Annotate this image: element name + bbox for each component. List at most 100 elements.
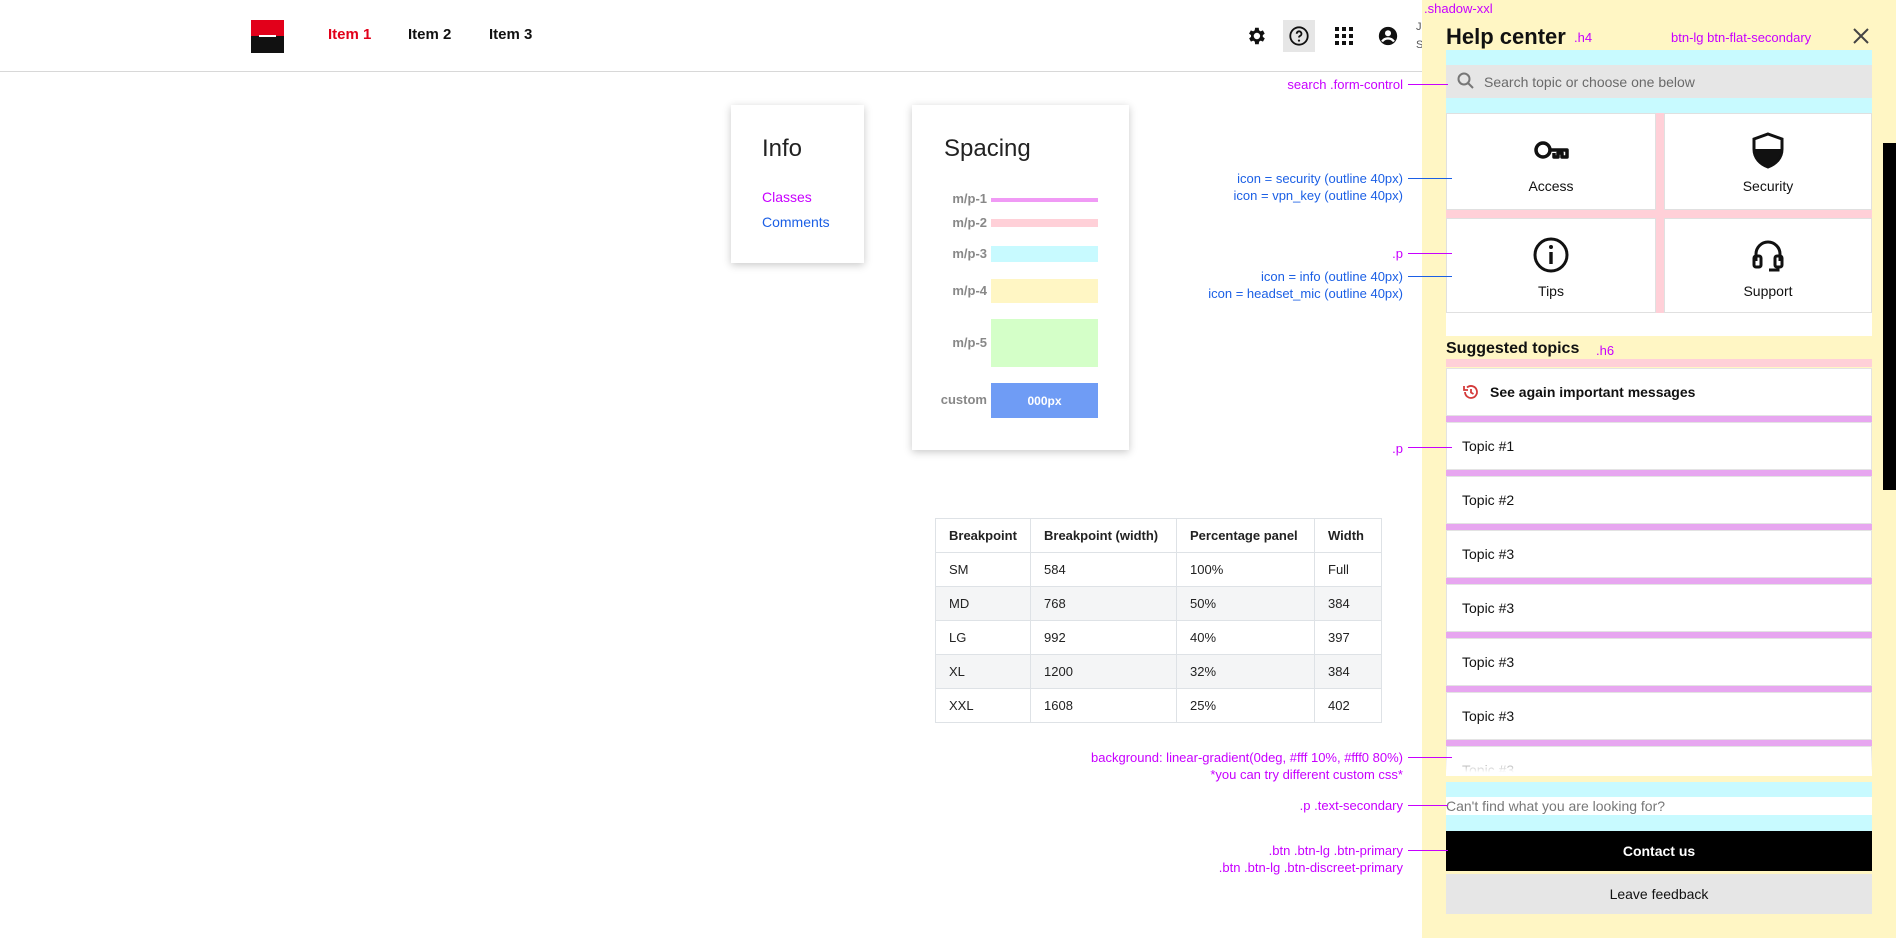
table-cell: 397	[1314, 620, 1382, 655]
gap-strip	[1446, 210, 1872, 218]
table-row: LG 992 40% 397	[935, 620, 1382, 655]
spacing-label-3: m/p-3	[952, 246, 987, 261]
table-cell: XL	[935, 654, 1031, 689]
search-input[interactable]	[1484, 65, 1864, 98]
headset-mic-icon	[1752, 240, 1784, 272]
scrollbar[interactable]	[1883, 143, 1896, 490]
highlight-topic-label: See again important messages	[1490, 384, 1696, 400]
table-row: MD 768 50% 384	[935, 586, 1382, 621]
table-row: XXL 1608 25% 402	[935, 688, 1382, 723]
contact-us-button[interactable]: Contact us	[1446, 831, 1872, 871]
annotation-p1: .p	[1392, 246, 1403, 261]
comments-link[interactable]: Comments	[762, 214, 830, 230]
info-card: Info Classes Comments	[731, 105, 864, 263]
topic-item[interactable]: Topic #3	[1446, 584, 1872, 632]
annotation-line	[1408, 850, 1448, 851]
annotation-gradient-2: *you can try different custom css*	[1210, 767, 1403, 782]
tile-tips[interactable]: Tips	[1446, 218, 1656, 313]
account-icon[interactable]	[1372, 20, 1404, 52]
annotation-icons-2: icon = vpn_key (outline 40px)	[1233, 188, 1403, 203]
topics-fade-gradient	[1446, 740, 1872, 776]
table-cell: 40%	[1176, 620, 1315, 655]
tile-support[interactable]: Support	[1664, 218, 1872, 313]
table-cell: 584	[1030, 552, 1177, 587]
padding-strip	[1446, 50, 1872, 65]
breakpoint-table: Breakpoint Breakpoint (width) Percentage…	[935, 518, 1382, 723]
apps-icon[interactable]	[1328, 20, 1360, 52]
table-cell: 1200	[1030, 654, 1177, 689]
annotation-icons-3: icon = info (outline 40px)	[1260, 269, 1403, 284]
table-header-row: Breakpoint Breakpoint (width) Percentage…	[935, 518, 1382, 553]
annotation-gradient-1: background: linear-gradient(0deg, #fff 1…	[1091, 750, 1403, 765]
suggested-topics-title: Suggested topics	[1446, 340, 1580, 357]
table-cell: 768	[1030, 586, 1177, 621]
top-navbar: Item 1 Item 2 Item 3 J S	[0, 0, 1423, 72]
table-cell: SM	[935, 552, 1031, 587]
annotation-line	[1408, 757, 1452, 758]
table-cell: LG	[935, 620, 1031, 655]
annotation-h4: .h4	[1574, 30, 1593, 45]
spacing-swatch-3	[991, 246, 1098, 262]
tile-label: Support	[1743, 283, 1793, 299]
annotation-h6: .h6	[1596, 343, 1615, 358]
annotation-btn-2: .btn .btn-lg .btn-discreet-primary	[1218, 860, 1403, 875]
gear-icon[interactable]	[1240, 20, 1272, 52]
table-row: XL 1200 32% 384	[935, 654, 1382, 689]
annotation-shadow: .shadow-xxl	[1424, 1, 1493, 16]
brand-logo[interactable]	[251, 20, 284, 53]
spacing-card: Spacing m/p-1 m/p-2 m/p-3 m/p-4 m/p-5 cu…	[912, 105, 1129, 450]
nav-item-2[interactable]: Item 2	[408, 26, 451, 43]
search-icon	[1457, 72, 1474, 89]
annotation-btn-1: .btn .btn-lg .btn-primary	[1268, 843, 1403, 858]
help-icon[interactable]	[1283, 20, 1315, 52]
highlight-topic[interactable]: See again important messages	[1446, 368, 1872, 416]
table-cell: 50%	[1176, 586, 1315, 621]
spacing-swatch-1	[991, 198, 1098, 202]
spacing-swatch-5	[991, 319, 1098, 367]
padding-strip	[1446, 313, 1872, 336]
topic-item[interactable]: Topic #3	[1446, 638, 1872, 686]
table-cell: 384	[1314, 654, 1382, 689]
cant-find-text: Can't find what you are looking for?	[1446, 797, 1872, 815]
info-title: Info	[762, 135, 803, 162]
table-cell: XXL	[935, 688, 1031, 723]
nav-item-1[interactable]: Item 1	[328, 26, 371, 43]
topic-item[interactable]: Topic #3	[1446, 530, 1872, 578]
tile-label: Access	[1528, 178, 1574, 194]
topic-item[interactable]: Topic #3	[1446, 692, 1872, 740]
padding-strip	[1446, 98, 1872, 113]
vpn-key-icon	[1534, 141, 1569, 159]
annotation-line	[1408, 178, 1452, 179]
annotation-close: btn-lg btn-flat-secondary	[1671, 30, 1812, 45]
spacing-swatch-4	[991, 279, 1098, 303]
table-cell: 100%	[1176, 552, 1315, 587]
tile-label: Tips	[1538, 283, 1564, 299]
tile-label: Security	[1742, 178, 1794, 194]
table-cell: 402	[1314, 688, 1382, 723]
table-cell: 25%	[1176, 688, 1315, 723]
spacing-title: Spacing	[944, 135, 1031, 162]
close-icon[interactable]	[1850, 25, 1872, 47]
spacing-swatch-2	[991, 219, 1098, 227]
nav-item-3[interactable]: Item 3	[489, 26, 532, 43]
leave-feedback-button[interactable]: Leave feedback	[1446, 874, 1872, 914]
classes-link[interactable]: Classes	[762, 189, 812, 205]
table-row: SM 584 100% Full	[935, 552, 1382, 587]
table-cell: 1608	[1030, 688, 1177, 723]
padding-strip	[1446, 782, 1872, 797]
annotation-search: search .form-control	[1287, 77, 1403, 92]
history-icon	[1463, 385, 1478, 399]
tile-security[interactable]: Security	[1664, 113, 1872, 210]
topic-list: See again important messages Topic #1 Top…	[1446, 368, 1872, 776]
annotation-line	[1408, 805, 1448, 806]
spacing-label-5: m/p-5	[952, 335, 987, 350]
annotation-line	[1408, 276, 1452, 277]
spacing-label-custom: custom	[940, 392, 987, 407]
annotation-line	[1408, 84, 1448, 85]
tile-access[interactable]: Access	[1446, 113, 1656, 210]
topic-item[interactable]: Topic #1	[1446, 422, 1872, 470]
search-field[interactable]	[1446, 65, 1872, 98]
table-header: Breakpoint	[935, 518, 1031, 553]
info-icon	[1533, 237, 1569, 273]
topic-item[interactable]: Topic #2	[1446, 476, 1872, 524]
